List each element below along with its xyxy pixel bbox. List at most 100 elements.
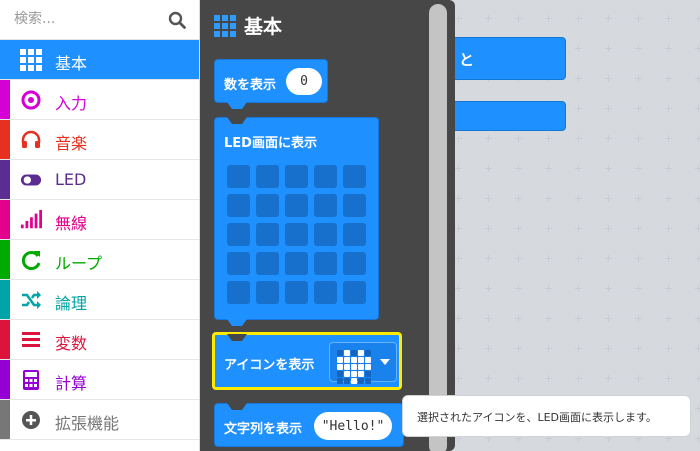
- grid-mark: [575, 135, 582, 142]
- led-cell[interactable]: [314, 281, 337, 304]
- grid-mark: [455, 225, 462, 232]
- led-cell[interactable]: [343, 252, 366, 275]
- grid-mark: [635, 195, 642, 202]
- search-icon[interactable]: [168, 11, 186, 29]
- led-cell[interactable]: [285, 194, 308, 217]
- led-cell[interactable]: [227, 223, 250, 246]
- grid-mark: [485, 345, 492, 352]
- led-cell[interactable]: [227, 281, 250, 304]
- shuffle-icon: [20, 289, 42, 311]
- led-cell[interactable]: [343, 281, 366, 304]
- led-cell[interactable]: [285, 252, 308, 275]
- grid-mark: [665, 375, 672, 382]
- flyout-scrollbar[interactable]: [429, 4, 447, 451]
- flyout-header: 基本: [214, 12, 282, 39]
- category-variables[interactable]: 変数: [0, 320, 199, 360]
- heart-pixel: [337, 364, 343, 370]
- led-cell[interactable]: [314, 223, 337, 246]
- category-label: 拡張機能: [55, 414, 120, 433]
- grid-mark: [545, 15, 552, 22]
- led-cell[interactable]: [343, 165, 366, 188]
- led-cell[interactable]: [227, 165, 250, 188]
- grid-mark: [485, 315, 492, 322]
- grid-mark: [485, 135, 492, 142]
- grid-mark: [665, 45, 672, 52]
- led-matrix[interactable]: [227, 165, 366, 304]
- heart-pixel: [358, 364, 364, 370]
- grid-mark: [695, 165, 700, 172]
- led-cell[interactable]: [285, 281, 308, 304]
- heart-pixel: [344, 364, 350, 370]
- search-input[interactable]: [0, 0, 160, 38]
- category-radio[interactable]: 無線: [0, 200, 199, 240]
- led-cell[interactable]: [314, 194, 337, 217]
- grid-mark: [455, 375, 462, 382]
- heart-icon: [337, 350, 373, 384]
- show-leds-block[interactable]: LED画面に表示: [214, 117, 379, 326]
- grid-mark: [455, 15, 462, 22]
- grid-mark: [515, 165, 522, 172]
- grid-mark: [575, 255, 582, 262]
- grid-mark: [515, 15, 522, 22]
- grid-mark: [455, 195, 462, 202]
- grid-mark: [575, 75, 582, 82]
- category-music[interactable]: 音楽: [0, 120, 199, 160]
- led-cell[interactable]: [285, 165, 308, 188]
- workspace-block[interactable]: [440, 101, 566, 131]
- led-cell[interactable]: [256, 165, 279, 188]
- grid-mark: [695, 375, 700, 382]
- grid-mark: [605, 375, 612, 382]
- led-cell[interactable]: [227, 194, 250, 217]
- category-basic[interactable]: 基本: [0, 40, 199, 80]
- grid-mark: [665, 255, 672, 262]
- grid-mark: [605, 255, 612, 262]
- icon-dropdown[interactable]: [329, 342, 397, 384]
- led-cell[interactable]: [256, 281, 279, 304]
- led-cell[interactable]: [343, 223, 366, 246]
- show-string-block[interactable]: 文字列を表示 "Hello!": [214, 403, 404, 447]
- led-cell[interactable]: [343, 194, 366, 217]
- string-input[interactable]: "Hello!": [314, 412, 392, 440]
- number-input[interactable]: 0: [286, 68, 322, 95]
- grid-mark: [515, 225, 522, 232]
- grid-mark: [665, 165, 672, 172]
- category-input[interactable]: 入力: [0, 80, 199, 120]
- grid-mark: [515, 345, 522, 352]
- grid-mark: [635, 165, 642, 172]
- led-cell[interactable]: [256, 252, 279, 275]
- toggle-icon: [20, 169, 42, 191]
- led-cell[interactable]: [256, 194, 279, 217]
- category-math[interactable]: 計算: [0, 360, 199, 400]
- grid-mark: [605, 45, 612, 52]
- show-number-block[interactable]: 数を表示 0: [214, 59, 328, 109]
- grid-mark: [665, 105, 672, 112]
- led-cell[interactable]: [285, 223, 308, 246]
- grid-icon: [214, 14, 236, 37]
- grid-mark: [635, 45, 642, 52]
- grid-mark: [545, 285, 552, 292]
- category-extensions[interactable]: 拡張機能: [0, 400, 199, 440]
- grid-mark: [665, 135, 672, 142]
- led-cell[interactable]: [314, 165, 337, 188]
- show-icon-block[interactable]: アイコンを表示: [212, 332, 402, 390]
- grid-mark: [575, 285, 582, 292]
- loop-arrow-icon: [20, 249, 42, 271]
- led-cell[interactable]: [227, 252, 250, 275]
- calculator-icon: [20, 369, 42, 391]
- grid-mark: [665, 315, 672, 322]
- led-cell[interactable]: [314, 252, 337, 275]
- category-led[interactable]: LED: [0, 160, 199, 200]
- grid-mark: [455, 255, 462, 262]
- grid-mark: [635, 105, 642, 112]
- category-logic[interactable]: 論理: [0, 280, 199, 320]
- grid-mark: [695, 105, 700, 112]
- grid-mark: [695, 135, 700, 142]
- grid-mark: [635, 315, 642, 322]
- grid-mark: [455, 285, 462, 292]
- grid-mark: [635, 225, 642, 232]
- workspace-block[interactable]: と: [440, 37, 566, 80]
- category-loops[interactable]: ループ: [0, 240, 199, 280]
- led-cell[interactable]: [256, 223, 279, 246]
- grid-mark: [635, 75, 642, 82]
- grid-mark: [515, 315, 522, 322]
